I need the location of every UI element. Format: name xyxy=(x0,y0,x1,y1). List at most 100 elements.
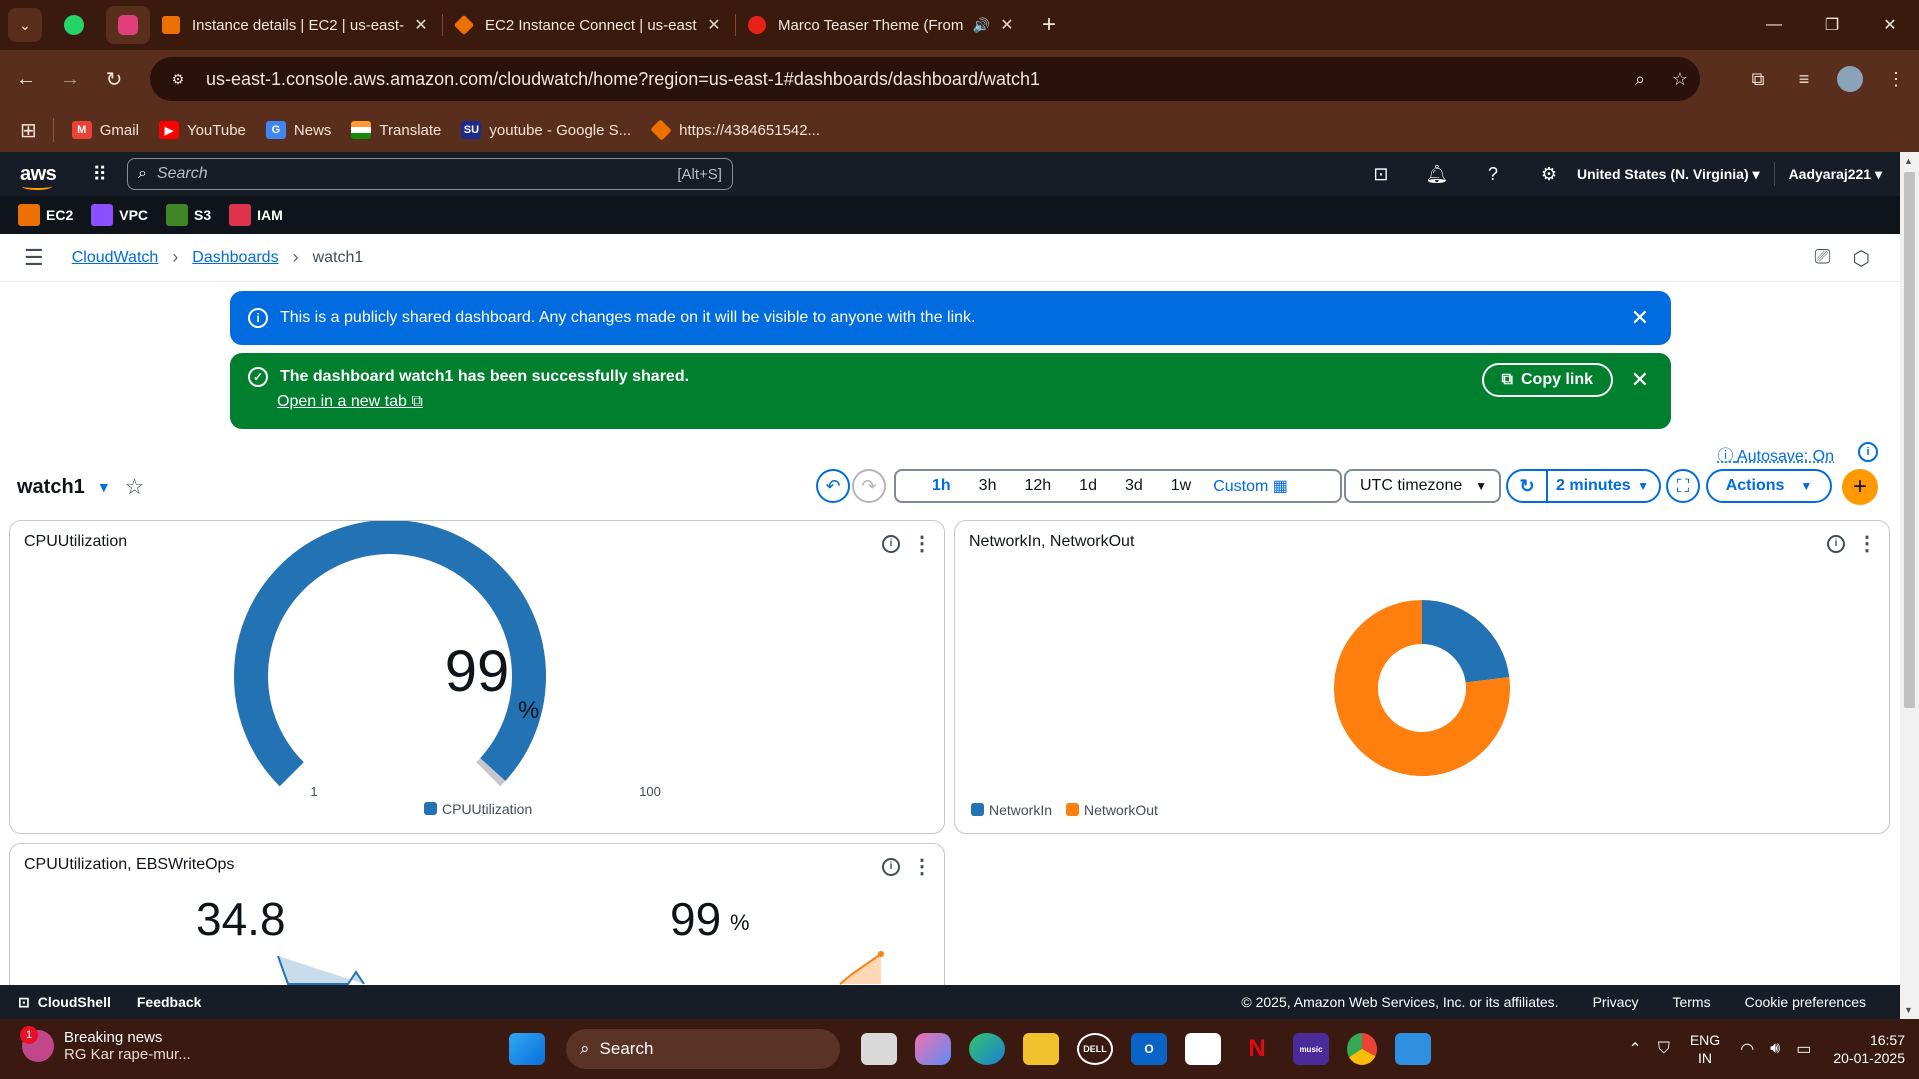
legend-item-networkout[interactable]: NetworkOut xyxy=(1066,802,1158,818)
timezone-select[interactable]: UTC timezone ▼ xyxy=(1344,469,1501,503)
caret-down-icon[interactable]: ▼ xyxy=(97,479,111,495)
forward-icon[interactable]: → xyxy=(52,68,88,91)
custom-range-button[interactable]: Custom ▦ xyxy=(1213,476,1288,496)
bookmark-translate[interactable]: Translate xyxy=(351,121,441,139)
legend-item-networkin[interactable]: NetworkIn xyxy=(971,802,1052,818)
time-range-12h[interactable]: 12h xyxy=(1010,477,1065,495)
time-range-1d[interactable]: 1d xyxy=(1065,477,1111,495)
bookmark-google-search[interactable]: SU youtube - Google S... xyxy=(461,121,631,139)
time-range-1w[interactable]: 1w xyxy=(1157,477,1205,495)
refresh-interval-select[interactable]: 2 minutes xyxy=(1548,477,1631,495)
media-control-icon[interactable]: ≡ xyxy=(1781,69,1827,90)
close-icon[interactable]: ✕ xyxy=(1631,305,1649,331)
autosave-toggle[interactable]: ⓘ Autosave: On xyxy=(1717,442,1834,466)
feedback-button[interactable]: Feedback xyxy=(137,994,202,1010)
side-nav-menu-icon[interactable]: ☰ xyxy=(24,245,44,271)
actions-dropdown[interactable]: Actions ▼ xyxy=(1706,469,1832,503)
legend-item[interactable]: CPUUtilization xyxy=(424,801,532,817)
notifications-bell-icon[interactable]: 🔔︎ xyxy=(1409,164,1465,185)
tab-youtube[interactable]: Marco Teaser Theme (From 🔊 ✕ xyxy=(736,6,1028,44)
favorite-star-icon[interactable]: ☆ xyxy=(125,474,145,500)
close-icon[interactable]: ✕ xyxy=(1631,367,1649,393)
file-explorer-icon[interactable] xyxy=(1023,1033,1059,1065)
copilot-icon[interactable] xyxy=(915,1033,951,1065)
donut-slice-networkin[interactable] xyxy=(1422,600,1510,683)
close-window-icon[interactable]: ✕ xyxy=(1861,0,1919,50)
volume-icon[interactable]: 🔊︎ xyxy=(1770,1040,1780,1058)
minimize-icon[interactable]: — xyxy=(1745,0,1803,50)
favorite-vpc[interactable]: VPC xyxy=(91,204,148,226)
profile-avatar-icon[interactable] xyxy=(1837,66,1863,92)
taskbar-search-input[interactable]: ⌕ Search xyxy=(566,1029,840,1069)
terms-link[interactable]: Terms xyxy=(1672,994,1710,1010)
cloudshell-button[interactable]: ⊡ CloudShell xyxy=(18,994,111,1011)
copy-link-button[interactable]: ⧉ Copy link xyxy=(1481,363,1613,397)
windows-start-icon[interactable] xyxy=(509,1033,545,1065)
close-tab-icon[interactable]: ✕ xyxy=(998,15,1016,35)
bookmark-news[interactable]: G News xyxy=(265,121,331,139)
aws-search-input[interactable]: ⌕ Search [Alt+S] xyxy=(126,158,733,190)
new-tab-icon[interactable]: + xyxy=(1042,11,1056,39)
task-view-icon[interactable] xyxy=(861,1033,897,1065)
cloudshell-icon[interactable]: ⊡ xyxy=(1353,164,1409,185)
settings-hexagon-icon[interactable]: ⬡ xyxy=(1853,246,1870,271)
site-info-icon[interactable]: ⚙ xyxy=(164,65,192,93)
chevron-up-icon[interactable]: ⌃ xyxy=(1628,1039,1641,1059)
time-range-1h[interactable]: 1h xyxy=(918,477,965,495)
bookmark-star-icon[interactable]: ☆ xyxy=(1660,69,1700,90)
tab-instance-connect[interactable]: EC2 Instance Connect | us-east-1 ✕ xyxy=(443,6,735,44)
scrollbar-thumb[interactable] xyxy=(1904,172,1915,708)
privacy-link[interactable]: Privacy xyxy=(1593,994,1639,1010)
favorite-ec2[interactable]: EC2 xyxy=(18,204,73,226)
wifi-icon[interactable]: ◠ xyxy=(1740,1039,1754,1059)
time-range-3h[interactable]: 3h xyxy=(965,477,1011,495)
time-range-3d[interactable]: 3d xyxy=(1111,477,1157,495)
dell-icon[interactable]: DELL xyxy=(1077,1033,1113,1065)
language-indicator[interactable]: ENG IN xyxy=(1690,1031,1720,1067)
scroll-down-icon[interactable]: ▼ xyxy=(1904,1005,1913,1015)
clock[interactable]: 16:57 20-01-2025 xyxy=(1833,1031,1905,1067)
edge-icon[interactable] xyxy=(969,1033,1005,1065)
apps-grid-icon[interactable]: ⊞ xyxy=(20,118,37,143)
browser-menu-icon[interactable]: ⋮ xyxy=(1873,69,1919,90)
redo-button[interactable]: ↷ xyxy=(852,469,886,503)
scroll-up-icon[interactable]: ▲ xyxy=(1904,156,1913,166)
services-menu-icon[interactable]: ⠿ xyxy=(92,162,107,187)
close-tab-icon[interactable]: ✕ xyxy=(412,15,430,35)
favorite-s3[interactable]: S3 xyxy=(166,204,211,226)
caret-down-icon[interactable]: ▼ xyxy=(1637,479,1649,493)
breadcrumb-cloudwatch[interactable]: CloudWatch xyxy=(72,249,159,267)
help-icon[interactable]: ? xyxy=(1465,164,1521,185)
undo-button[interactable]: ↶ xyxy=(816,469,850,503)
page-scrollbar[interactable]: ▲ ▼ xyxy=(1900,152,1919,1019)
reload-icon[interactable]: ↻ xyxy=(96,67,132,92)
breadcrumb-dashboards[interactable]: Dashboards xyxy=(192,249,278,267)
fullscreen-button[interactable]: ⛶ xyxy=(1666,469,1700,503)
restore-icon[interactable]: ❐ xyxy=(1803,0,1861,50)
photos-icon[interactable] xyxy=(1395,1033,1431,1065)
refresh-icon[interactable]: ↻ xyxy=(1508,471,1548,501)
add-widget-button[interactable]: + xyxy=(1842,469,1878,505)
chrome-icon[interactable] xyxy=(1347,1033,1377,1065)
aws-logo[interactable]: aws xyxy=(20,163,57,190)
battery-icon[interactable]: ▭ xyxy=(1796,1039,1811,1059)
netflix-icon[interactable]: N xyxy=(1239,1033,1275,1065)
amazon-music-icon[interactable]: music xyxy=(1293,1033,1329,1065)
settings-gear-icon[interactable]: ⚙ xyxy=(1521,164,1577,185)
tab-search-dropdown-icon[interactable]: ⌄ xyxy=(8,8,42,42)
microsoft-store-icon[interactable] xyxy=(1185,1033,1221,1065)
news-widget[interactable]: 1 Breaking news RG Kar rape-mur... xyxy=(20,1026,191,1063)
close-tab-icon[interactable]: ✕ xyxy=(705,15,723,35)
info-icon[interactable]: i xyxy=(1858,442,1878,462)
bookmark-aws-account[interactable]: https://4384651542... xyxy=(650,119,820,141)
pinned-tab-active[interactable] xyxy=(106,6,150,44)
cookie-preferences-link[interactable]: Cookie preferences xyxy=(1745,994,1866,1010)
speaker-icon[interactable]: 🔊 xyxy=(973,17,990,34)
outlook-icon[interactable]: O xyxy=(1131,1033,1167,1065)
extensions-icon[interactable]: ⧉ xyxy=(1735,69,1781,90)
url-field[interactable]: ⚙ us-east-1.console.aws.amazon.com/cloud… xyxy=(150,57,1700,101)
open-new-tab-link[interactable]: Open in a new tab ⧉ xyxy=(277,393,423,411)
region-selector[interactable]: United States (N. Virginia) ▾ xyxy=(1577,166,1760,183)
security-shield-icon[interactable]: ⛉ xyxy=(1658,1040,1670,1058)
monitor-icon[interactable]: ⎚ xyxy=(1815,246,1831,271)
